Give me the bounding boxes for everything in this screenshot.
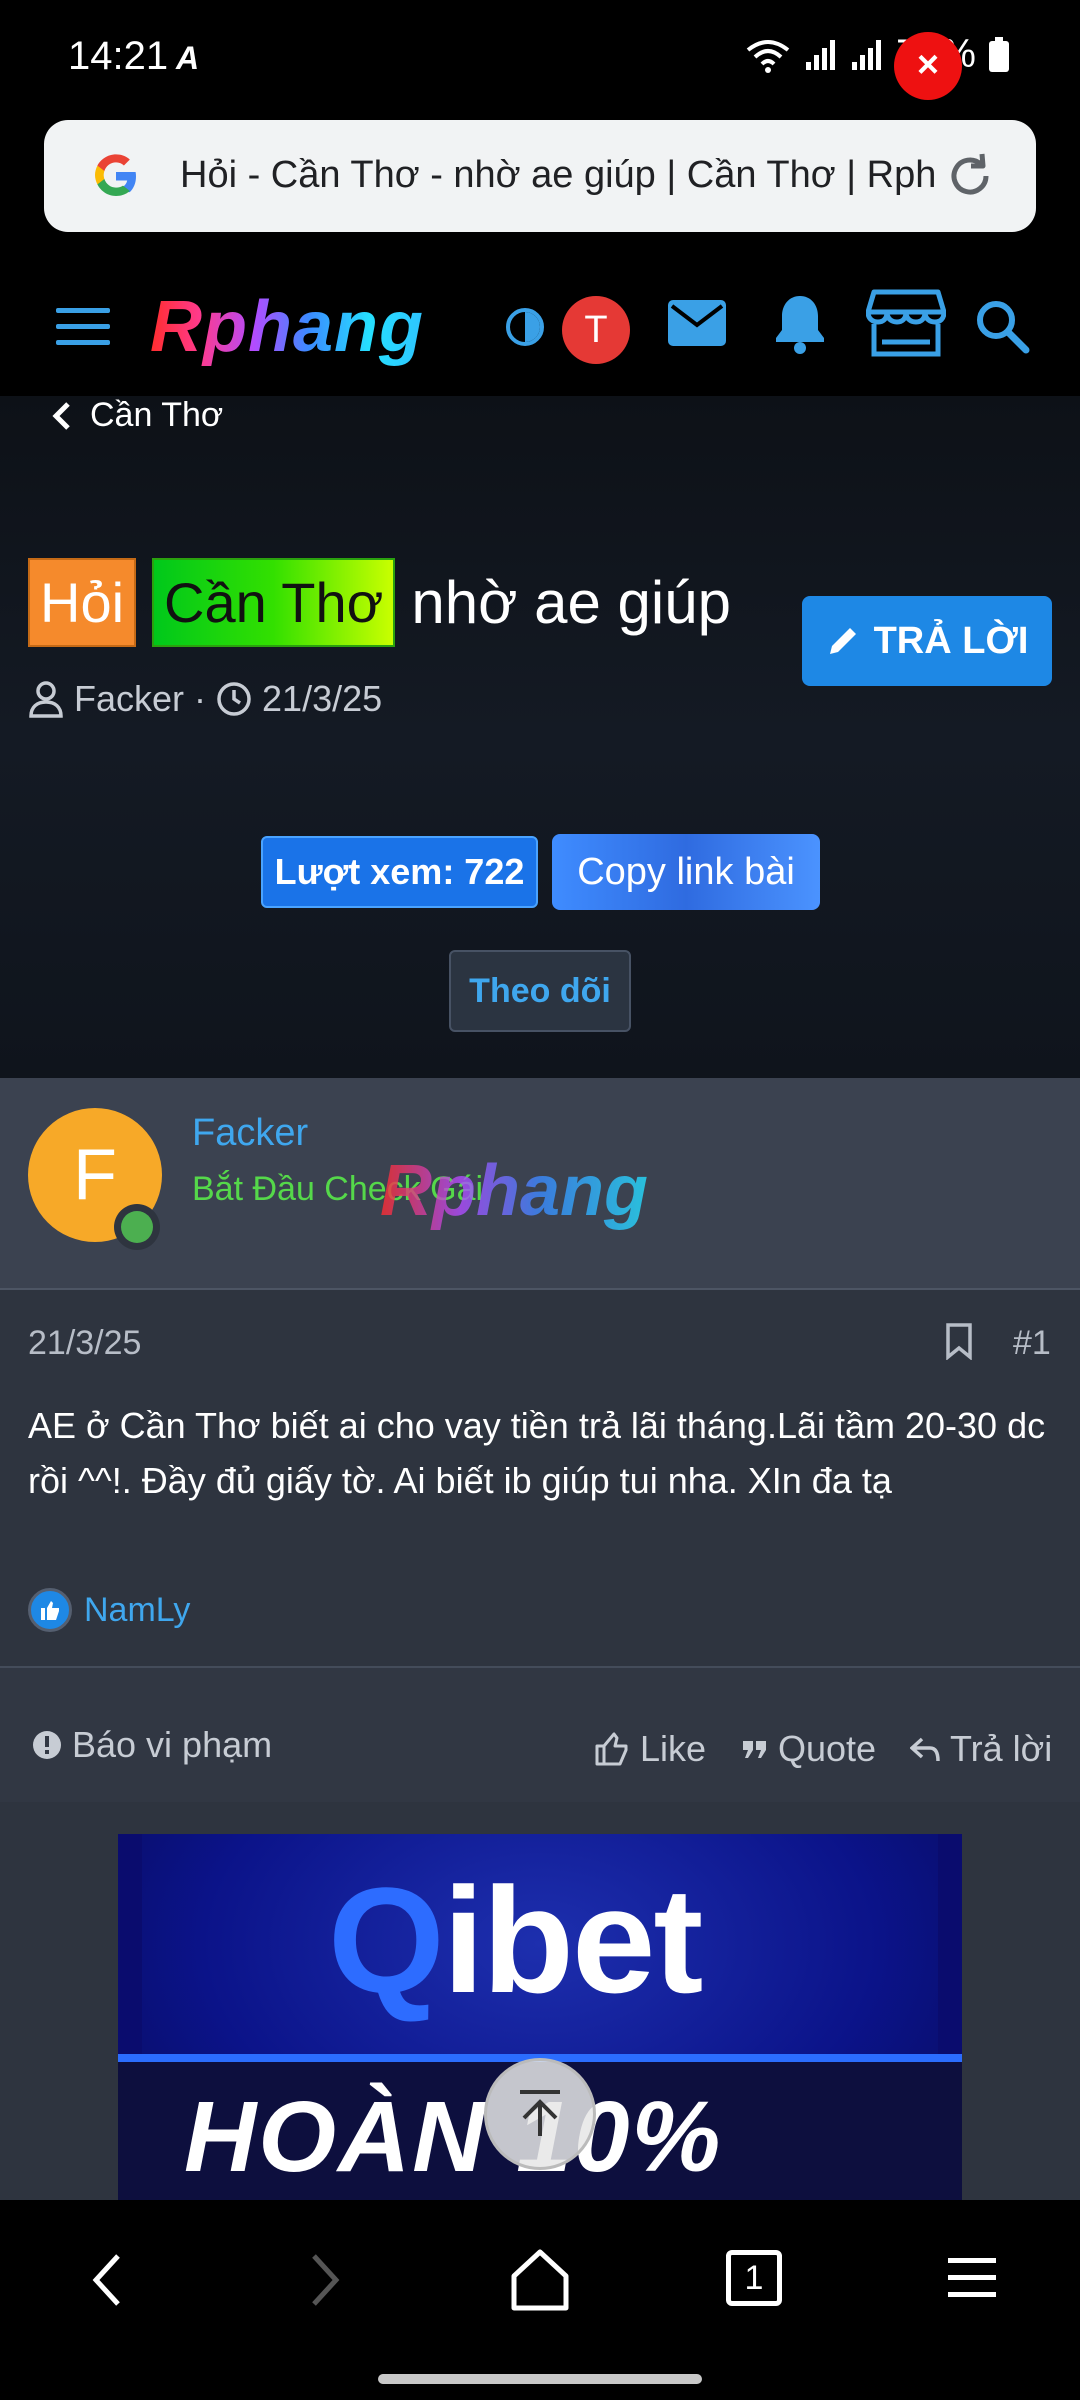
post-actions: Báo vi phạm Like Quote Trả lời [0, 1666, 1080, 1802]
online-status-icon [114, 1204, 160, 1250]
post-body: AE ở Cần Thơ biết ai cho vay tiền trả lã… [28, 1405, 1046, 1501]
meta-separator: · [194, 678, 207, 719]
prefix-can-tho[interactable]: Cần Thơ [152, 558, 396, 647]
prefix-hoi[interactable]: Hỏi [28, 558, 137, 647]
store-icon[interactable] [866, 288, 946, 358]
reaction-user[interactable]: NamLy [84, 1591, 190, 1630]
menu-icon[interactable] [56, 308, 110, 348]
search-icon[interactable] [974, 298, 1030, 354]
signal-icon-2 [851, 39, 881, 70]
watermark-logo: Rphang [380, 1151, 648, 1231]
contrast-icon[interactable] [506, 308, 544, 346]
thread-header: Cần Thơ Hỏi Cần Thơ nhờ ae giúp TRẢ LỜI … [0, 396, 1080, 1078]
reply-button-label: TRẢ LỜI [873, 619, 1029, 662]
copy-link-button[interactable]: Copy link bài [552, 834, 820, 910]
back-icon[interactable] [88, 2248, 128, 2312]
like-label: Like [640, 1728, 707, 1769]
signal-icon [805, 39, 835, 70]
gesture-bar[interactable] [378, 2374, 702, 2384]
like-reaction-icon [28, 1588, 72, 1632]
thumbs-up-icon [595, 1732, 628, 1766]
bell-icon[interactable] [772, 292, 828, 356]
arrow-up-icon [520, 2090, 560, 2136]
quote-icon [743, 1741, 766, 1758]
ad-logo: Qibet [328, 1856, 703, 2024]
site-header: Rphang T [0, 258, 1080, 396]
thread-meta: Facker · 21/3/25 [28, 678, 382, 720]
thread-title: Hỏi Cần Thơ nhờ ae giúp [28, 558, 731, 647]
clock-icon [217, 682, 251, 716]
user-icon [29, 681, 63, 718]
post-reply-button[interactable]: Trả lời [910, 1728, 1052, 1770]
breadcrumb-label[interactable]: Cần Thơ [90, 396, 223, 435]
browser-bottom-nav: 1 [0, 2200, 1080, 2400]
status-a-icon: A [176, 40, 200, 76]
battery-icon [989, 36, 1009, 72]
quote-label: Quote [778, 1728, 877, 1769]
quote-button[interactable]: Quote [742, 1728, 876, 1770]
like-button[interactable]: Like [594, 1728, 706, 1770]
url-text[interactable]: Hỏi - Cần Thơ - nhờ ae giúp | Cần Thơ | … [180, 154, 936, 197]
post-user-block: F Facker Bắt Đầu Check Gái Rphang [0, 1078, 1080, 1290]
alert-icon [33, 1731, 61, 1759]
status-time: 14:21 [68, 34, 169, 78]
chevron-left-icon [52, 401, 70, 430]
post-reply-label: Trả lời [950, 1728, 1053, 1769]
scroll-to-top-button[interactable] [484, 2058, 596, 2170]
follow-button[interactable]: Theo dõi [449, 950, 631, 1032]
reload-icon[interactable] [942, 148, 998, 204]
site-logo[interactable]: Rphang [150, 286, 424, 368]
breadcrumb[interactable]: Cần Thơ [50, 396, 223, 435]
pencil-icon [829, 628, 856, 654]
google-g-icon [95, 154, 136, 196]
views-button[interactable]: Lượt xem: 722 [261, 836, 538, 908]
reactions-bar[interactable]: NamLy [28, 1588, 190, 1632]
ad-close-button[interactable]: × [894, 32, 962, 100]
mail-icon[interactable] [666, 298, 728, 348]
thread-title-text: nhờ ae giúp [411, 569, 731, 636]
post-date[interactable]: 21/3/25 [28, 1324, 141, 1363]
thread-date[interactable]: 21/3/25 [262, 678, 382, 720]
ad-band-text: HOÀN 10% [184, 2081, 723, 2193]
report-button[interactable]: Báo vi phạm [32, 1724, 272, 1766]
post: F Facker Bắt Đầu Check Gái Rphang 21/3/2… [0, 1078, 1080, 1802]
post-number[interactable]: #1 [1013, 1324, 1051, 1363]
reply-arrow-icon [910, 1737, 940, 1762]
thread-author[interactable]: Facker [74, 678, 184, 720]
post-username[interactable]: Facker [192, 1112, 308, 1155]
tabs-icon[interactable]: 1 [726, 2250, 782, 2306]
reply-button[interactable]: TRẢ LỜI [802, 596, 1052, 686]
report-label: Báo vi phạm [72, 1724, 273, 1765]
address-bar[interactable]: Hỏi - Cần Thơ - nhờ ae giúp | Cần Thơ | … [44, 120, 1036, 232]
bookmark-icon[interactable] [944, 1322, 974, 1360]
forward-icon[interactable] [304, 2248, 344, 2312]
user-avatar[interactable]: T [562, 296, 630, 364]
home-icon[interactable] [510, 2248, 570, 2312]
browser-menu-icon[interactable] [946, 2254, 998, 2302]
wifi-icon [746, 39, 790, 73]
